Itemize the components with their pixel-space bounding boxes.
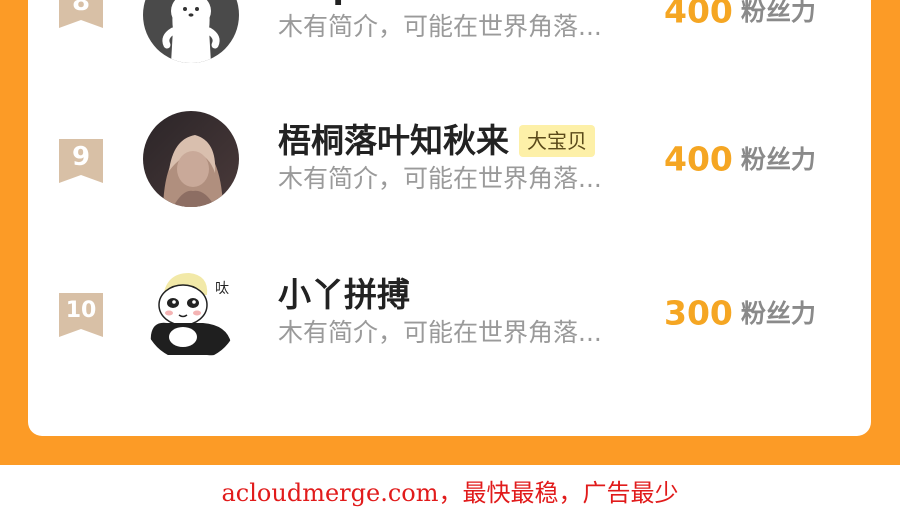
rank-number: 8: [71, 0, 91, 17]
user-name[interactable]: 小丫拼搏: [278, 275, 410, 314]
ranking-row[interactable]: 10 呔 小丫拼搏 木有简介，可能在世界角落... 300 粉丝力: [28, 265, 871, 365]
fans-power: 400 粉丝力: [664, 139, 816, 180]
user-name-line: 梧桐落叶知秋来 大宝贝: [278, 119, 595, 163]
fans-power: 300 粉丝力: [664, 293, 816, 334]
panda-meme-avatar[interactable]: 呔: [143, 265, 239, 361]
fans-power-label: 粉丝力: [740, 0, 816, 26]
user-name-line: 小丫拼搏: [278, 273, 410, 317]
portrait-photo-avatar[interactable]: [143, 111, 239, 207]
fans-power-value: 300: [664, 293, 733, 333]
user-bio: 木有简介，可能在世界角落...: [278, 318, 602, 347]
fans-ranking-card: 8 inspirit13 木有简介，可能在世界角落... 400粉丝力: [28, 0, 871, 436]
ranking-row[interactable]: 8 inspirit13 木有简介，可能在世界角落... 400 粉丝力: [28, 0, 871, 63]
avatar-caption: 呔: [215, 281, 229, 297]
user-name-line: inspirit13: [278, 0, 457, 9]
user-bio: 木有简介，可能在世界角落...: [278, 12, 602, 41]
rank-number: 9: [71, 142, 91, 172]
user-bio: 木有简介，可能在世界角落...: [278, 164, 602, 193]
user-name[interactable]: 梧桐落叶知秋来: [278, 121, 509, 160]
rank-flag: 9: [59, 139, 103, 183]
fans-power-label: 粉丝力: [740, 298, 816, 328]
rank-flag: 8: [59, 0, 103, 28]
rank-number: 10: [65, 298, 97, 323]
fans-power-label: 粉丝力: [740, 144, 816, 174]
ghost-cartoon-avatar[interactable]: [143, 0, 239, 63]
ranking-row[interactable]: 9 梧桐落叶知秋来 大宝贝 木有简介，可能在世界角落... 400 粉丝力: [28, 111, 871, 211]
user-name[interactable]: inspirit13: [278, 0, 457, 6]
fans-power-value: 400: [664, 0, 733, 31]
site-watermark: acloudmerge.com，最快最稳，广告最少: [221, 479, 679, 507]
user-title-badge: 大宝贝: [519, 125, 595, 157]
fans-power: 400 粉丝力: [664, 0, 816, 32]
fans-power-value: 400: [664, 139, 733, 179]
rank-flag: 10: [59, 293, 103, 337]
